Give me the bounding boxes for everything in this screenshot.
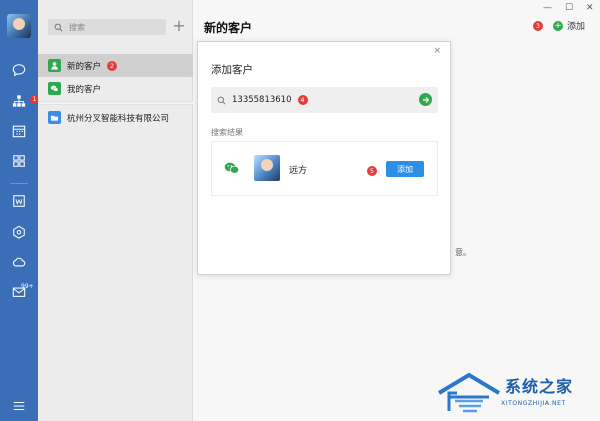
search-badge: 4 bbox=[297, 95, 308, 105]
list-item-label: 杭州分叉智能科技有限公司 bbox=[67, 113, 170, 124]
wechat-icon bbox=[48, 82, 61, 95]
left-nav-rail: 1 99+ bbox=[0, 0, 39, 421]
watermark-subtext: XITONGZHIJIA.NET bbox=[501, 400, 566, 407]
add-button[interactable]: + bbox=[172, 17, 186, 35]
close-icon[interactable]: × bbox=[433, 46, 441, 56]
arrow-right-icon[interactable] bbox=[419, 93, 432, 106]
add-customer-dialog: × 添加客户 13355813610 4 搜索结果 远方 5 添加 bbox=[197, 41, 451, 275]
document-icon[interactable] bbox=[11, 193, 27, 209]
add-customer-button[interactable]: 3 + 添加 bbox=[533, 19, 585, 32]
list-divider bbox=[38, 101, 193, 105]
watermark-text: 系统之家 bbox=[505, 377, 574, 396]
watermark-logo: 系统之家 XITONGZHIJIA.NET bbox=[437, 371, 597, 417]
dialog-title: 添加客户 bbox=[211, 64, 253, 76]
user-avatar[interactable] bbox=[7, 14, 31, 38]
add-result-button[interactable]: 添加 bbox=[386, 161, 424, 177]
result-badge: 5 bbox=[367, 166, 377, 176]
search-icon bbox=[54, 23, 63, 31]
folder-icon bbox=[48, 111, 61, 124]
chat-icon[interactable] bbox=[11, 62, 27, 78]
wechat-icon bbox=[224, 162, 240, 174]
menu-icon[interactable] bbox=[11, 398, 27, 414]
mail-badge: 99+ bbox=[21, 283, 34, 290]
list-item-label: 新的客户 bbox=[67, 61, 102, 72]
contacts-org-icon[interactable] bbox=[11, 93, 27, 109]
phone-search-field[interactable]: 13355813610 4 bbox=[211, 87, 438, 113]
list-item-label: 我的客户 bbox=[67, 84, 102, 95]
apps-grid-icon[interactable] bbox=[11, 153, 27, 169]
result-avatar bbox=[254, 155, 280, 181]
result-name: 远方 bbox=[289, 166, 308, 176]
new-customers-badge: 2 bbox=[107, 60, 118, 71]
add-label: 添加 bbox=[567, 22, 586, 32]
search-icon bbox=[217, 96, 226, 104]
add-badge: 3 bbox=[533, 20, 543, 31]
list-item-company[interactable]: 杭州分叉智能科技有限公司 bbox=[38, 106, 193, 129]
plus-circle-icon: + bbox=[553, 20, 563, 31]
background-text: 意。 bbox=[455, 248, 471, 257]
cloud-icon[interactable] bbox=[11, 254, 27, 270]
search-input[interactable] bbox=[69, 22, 159, 32]
page-title: 新的客户 bbox=[204, 21, 253, 35]
list-item-my-customers[interactable]: 我的客户 bbox=[38, 77, 193, 100]
search-result-card: 远方 5 添加 bbox=[211, 141, 438, 196]
search-box[interactable] bbox=[48, 19, 166, 35]
calendar-icon[interactable] bbox=[11, 123, 27, 139]
results-label: 搜索结果 bbox=[211, 128, 243, 137]
minimize-button[interactable]: — bbox=[543, 3, 552, 13]
list-item-new-customers[interactable]: 新的客户 2 bbox=[38, 54, 193, 77]
person-icon bbox=[48, 59, 61, 72]
maximize-button[interactable]: ☐ bbox=[565, 3, 573, 13]
customer-list-panel: + 新的客户 2 我的客户 杭州分叉智能科技有限公司 bbox=[38, 0, 193, 421]
search-value[interactable]: 13355813610 bbox=[232, 95, 292, 105]
close-window-button[interactable]: ✕ bbox=[586, 3, 594, 13]
cube-icon[interactable] bbox=[11, 224, 27, 240]
house-logo-icon bbox=[437, 372, 501, 413]
rail-separator bbox=[10, 183, 28, 184]
